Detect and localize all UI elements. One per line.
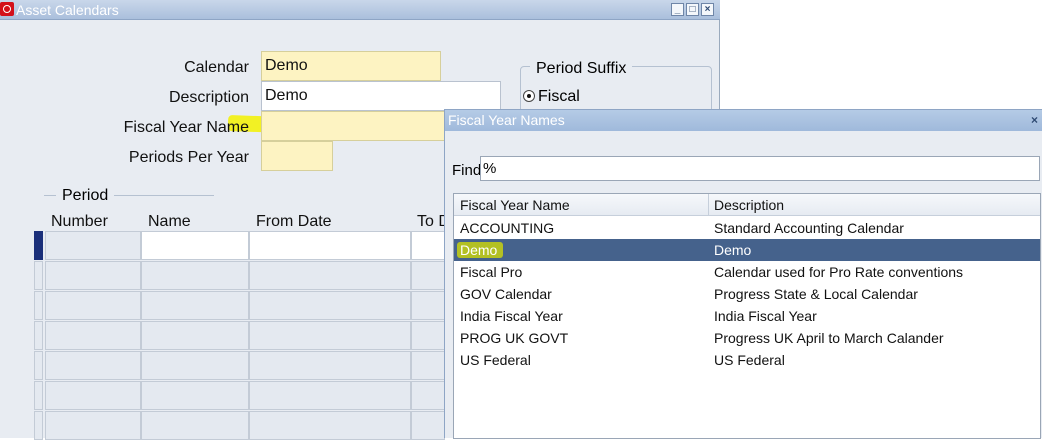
description-cell: Progress State & Local Calendar bbox=[714, 286, 918, 302]
fiscal-year-names-dialog: Fiscal Year Names × Find % Fiscal Year N… bbox=[444, 109, 1042, 439]
period-cell[interactable] bbox=[141, 381, 249, 410]
period-cell[interactable] bbox=[45, 411, 141, 440]
period-suffix-title: Period Suffix bbox=[530, 59, 633, 79]
current-row-indicator[interactable] bbox=[34, 231, 43, 260]
fiscal-year-name-cell: Demo bbox=[460, 242, 498, 258]
period-cell[interactable] bbox=[45, 231, 141, 260]
fiscal-year-name-cell: ACCOUNTING bbox=[460, 220, 555, 236]
lov-list: Fiscal Year Name Description ACCOUNTING S… bbox=[453, 193, 1041, 439]
close-button[interactable]: × bbox=[701, 3, 714, 16]
period-cell[interactable] bbox=[249, 321, 411, 350]
period-cell[interactable] bbox=[249, 381, 411, 410]
period-cell[interactable] bbox=[45, 321, 141, 350]
fiscal-year-name-label: Fiscal Year Name bbox=[123, 119, 249, 136]
column-header-number: Number bbox=[51, 213, 108, 230]
fiscal-year-name-cell: PROG UK GOVT bbox=[460, 330, 569, 346]
oracle-logo-icon bbox=[0, 2, 14, 16]
minimize-button[interactable]: _ bbox=[671, 3, 684, 16]
period-cell[interactable] bbox=[249, 261, 411, 290]
period-cell[interactable] bbox=[141, 321, 249, 350]
description-label: Description bbox=[168, 89, 249, 106]
description-cell: Progress UK April to March Calander bbox=[714, 330, 944, 346]
period-title: Period bbox=[56, 186, 115, 206]
period-cell[interactable] bbox=[249, 411, 411, 440]
fiscal-radio-label: Fiscal bbox=[538, 88, 580, 105]
lov-list-item[interactable]: GOV Calendar Progress State & Local Calen… bbox=[454, 283, 1040, 305]
description-cell: India Fiscal Year bbox=[714, 308, 817, 324]
calendar-field[interactable]: Demo bbox=[261, 51, 441, 81]
row-indicator[interactable] bbox=[34, 261, 43, 290]
column-separator[interactable] bbox=[708, 194, 709, 216]
period-cell[interactable] bbox=[45, 261, 141, 290]
lov-title: Fiscal Year Names bbox=[448, 112, 565, 128]
lov-list-item[interactable]: PROG UK GOVT Progress UK April to March C… bbox=[454, 327, 1040, 349]
maximize-button[interactable]: □ bbox=[686, 3, 699, 16]
lov-list-item[interactable]: Demo Demo bbox=[454, 239, 1040, 261]
description-cell: Calendar used for Pro Rate conventions bbox=[714, 264, 964, 280]
period-cell[interactable] bbox=[141, 231, 249, 260]
fiscal-year-name-cell: India Fiscal Year bbox=[460, 308, 563, 324]
column-header-description[interactable]: Description bbox=[714, 196, 784, 214]
column-header-name: Name bbox=[148, 213, 191, 230]
titlebar[interactable]: Asset Calendars _ □ × bbox=[0, 0, 720, 20]
period-cell[interactable] bbox=[411, 411, 445, 440]
description-cell: Demo bbox=[714, 242, 752, 258]
period-cell[interactable] bbox=[141, 261, 249, 290]
lov-list-item[interactable]: India Fiscal Year India Fiscal Year bbox=[454, 305, 1040, 327]
period-cell[interactable] bbox=[141, 291, 249, 320]
window-title: Asset Calendars bbox=[16, 2, 119, 18]
row-indicator[interactable] bbox=[34, 381, 43, 410]
period-cell[interactable] bbox=[249, 231, 411, 260]
column-header-from-date: From Date bbox=[256, 213, 332, 230]
description-cell: Standard Accounting Calendar bbox=[714, 220, 904, 236]
fiscal-radio[interactable] bbox=[523, 90, 535, 102]
lov-close-button[interactable]: × bbox=[1031, 114, 1042, 126]
calendar-label: Calendar bbox=[184, 59, 249, 76]
period-cell[interactable] bbox=[45, 291, 141, 320]
period-cell[interactable] bbox=[411, 351, 445, 380]
fiscal-year-name-cell: US Federal bbox=[460, 352, 531, 368]
lov-titlebar[interactable]: Fiscal Year Names × bbox=[445, 110, 1042, 131]
fiscal-year-name-cell: GOV Calendar bbox=[460, 286, 552, 302]
period-cell[interactable] bbox=[411, 381, 445, 410]
period-cell[interactable] bbox=[45, 351, 141, 380]
lov-list-item[interactable]: US Federal US Federal bbox=[454, 349, 1040, 371]
period-cell[interactable] bbox=[411, 321, 445, 350]
row-indicator[interactable] bbox=[34, 291, 43, 320]
period-cell[interactable] bbox=[411, 291, 445, 320]
period-cell[interactable] bbox=[249, 291, 411, 320]
period-cell[interactable] bbox=[45, 381, 141, 410]
lov-header: Fiscal Year Name Description bbox=[454, 194, 1040, 216]
lov-list-item[interactable]: ACCOUNTING Standard Accounting Calendar bbox=[454, 217, 1040, 239]
period-cell[interactable] bbox=[141, 411, 249, 440]
period-cell[interactable] bbox=[249, 351, 411, 380]
lov-list-item[interactable]: Fiscal Pro Calendar used for Pro Rate con… bbox=[454, 261, 1040, 283]
periods-per-year-label: Periods Per Year bbox=[128, 149, 249, 166]
periods-per-year-field[interactable] bbox=[261, 141, 333, 171]
row-indicator[interactable] bbox=[34, 321, 43, 350]
row-indicator[interactable] bbox=[34, 351, 43, 380]
period-cell[interactable] bbox=[141, 351, 249, 380]
fiscal-year-name-cell: Fiscal Pro bbox=[460, 264, 523, 280]
find-input[interactable]: % bbox=[480, 156, 1040, 181]
fiscal-year-name-field[interactable] bbox=[261, 111, 445, 141]
description-field[interactable]: Demo bbox=[261, 81, 501, 111]
description-cell: US Federal bbox=[714, 352, 785, 368]
find-label: Find bbox=[452, 162, 482, 179]
column-header-fiscal-year-name[interactable]: Fiscal Year Name bbox=[460, 196, 570, 214]
row-indicator[interactable] bbox=[34, 411, 43, 440]
period-cell[interactable] bbox=[411, 261, 445, 290]
period-cell[interactable] bbox=[411, 231, 445, 260]
